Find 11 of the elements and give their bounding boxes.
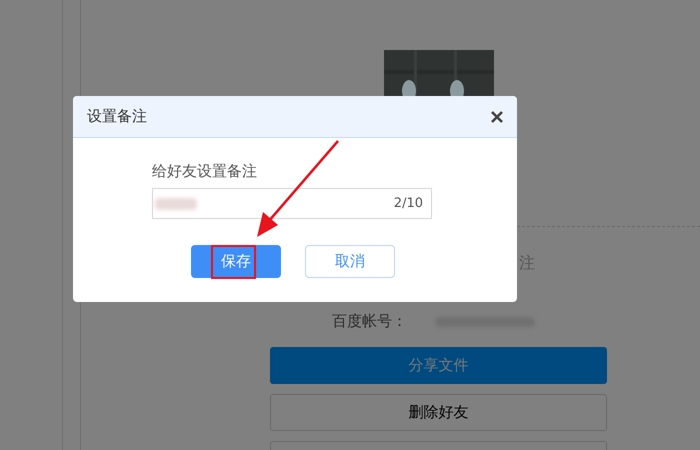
delete-button[interactable]: 删除好友 bbox=[270, 394, 607, 431]
field-label: 给好友设置备注 bbox=[152, 162, 258, 181]
close-icon[interactable] bbox=[491, 110, 503, 122]
cancel-button[interactable]: 取消 bbox=[305, 245, 395, 278]
account-label: 百度帐号： bbox=[332, 312, 407, 331]
save-button[interactable]: 保存 bbox=[191, 245, 281, 278]
share-button[interactable]: 分享文件 bbox=[270, 347, 607, 384]
input-field[interactable]: 2/10 bbox=[152, 188, 432, 219]
dialog-title: 设置备注 bbox=[87, 107, 147, 126]
character-counter: 2/10 bbox=[394, 196, 423, 211]
blurred-value bbox=[155, 198, 197, 210]
